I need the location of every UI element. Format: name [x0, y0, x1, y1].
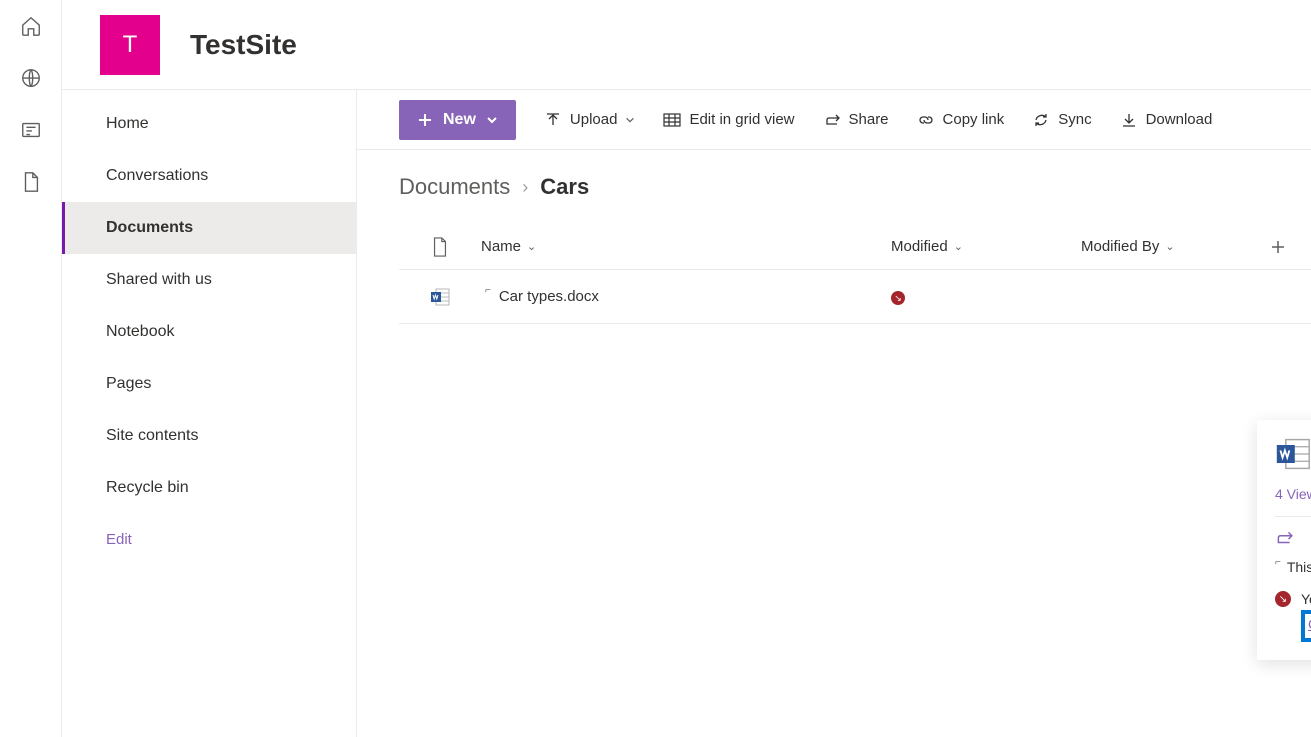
nav-pages[interactable]: Pages — [62, 358, 356, 410]
checkout-text: You checked out this item, so others can… — [1301, 591, 1311, 607]
file-name: Car types.docx — [499, 288, 599, 305]
globe-icon[interactable] — [19, 66, 43, 90]
word-file-icon — [1275, 436, 1311, 472]
chevron-down-icon: ⌄ — [527, 240, 536, 253]
share-label: Share — [849, 111, 889, 128]
file-icon — [431, 237, 449, 257]
left-nav: Home Conversations Documents Shared with… — [62, 90, 357, 737]
copy-link-label: Copy link — [943, 111, 1005, 128]
news-icon[interactable] — [19, 118, 43, 142]
grid-icon — [663, 111, 681, 129]
add-column-button[interactable] — [1271, 240, 1311, 254]
nav-recycle-bin[interactable]: Recycle bin — [62, 462, 356, 514]
nav-site-contents[interactable]: Site contents — [62, 410, 356, 462]
chevron-right-icon: › — [522, 177, 528, 198]
file-hover-card: Car types 4 Views See details ⌐ This ite… — [1257, 420, 1311, 660]
nav-home[interactable]: Home — [62, 98, 356, 150]
table-header: Name ⌄ Modified ⌄ Modified By ⌄ — [399, 224, 1311, 270]
site-title: TestSite — [190, 29, 297, 61]
files-table: Name ⌄ Modified ⌄ Modified By ⌄ — [357, 224, 1311, 324]
site-logo[interactable]: T — [100, 15, 160, 75]
word-file-icon — [430, 287, 450, 307]
share-button[interactable]: Share — [823, 111, 889, 129]
site-header: T TestSite — [62, 0, 1311, 90]
grid-view-button[interactable]: Edit in grid view — [663, 111, 794, 129]
column-modified-header[interactable]: Modified ⌄ — [891, 238, 1081, 255]
views-link[interactable]: 4 Views — [1275, 486, 1311, 502]
chevron-down-icon: ⌄ — [954, 240, 963, 253]
created-marker-icon: ⌐ — [1275, 557, 1281, 573]
table-row[interactable]: ⌐ Car types.docx ↘ — [399, 270, 1311, 324]
sync-icon — [1032, 111, 1050, 129]
checkout-badge-icon: ↘ — [1275, 591, 1291, 607]
sync-button[interactable]: Sync — [1032, 111, 1091, 129]
upload-label: Upload — [570, 111, 618, 128]
nav-conversations[interactable]: Conversations — [62, 150, 356, 202]
chevron-down-icon: ⌄ — [1165, 240, 1174, 253]
copy-link-button[interactable]: Copy link — [917, 111, 1005, 129]
share-icon[interactable] — [1275, 529, 1293, 547]
share-icon — [823, 111, 841, 129]
checked-out-marker-icon: ⌐ — [485, 285, 491, 296]
sync-label: Sync — [1058, 111, 1091, 128]
breadcrumb-current: Cars — [540, 174, 589, 200]
nav-notebook[interactable]: Notebook — [62, 306, 356, 358]
upload-icon — [544, 111, 562, 129]
app-rail — [0, 0, 62, 737]
column-icon-header — [399, 237, 481, 257]
download-icon — [1120, 111, 1138, 129]
grid-view-label: Edit in grid view — [689, 111, 794, 128]
checkout-badge-icon: ↘ — [891, 291, 905, 305]
download-button[interactable]: Download — [1120, 111, 1213, 129]
column-name-label: Name — [481, 238, 521, 255]
column-modifiedby-label: Modified By — [1081, 238, 1159, 255]
nav-shared[interactable]: Shared with us — [62, 254, 356, 306]
command-bar: New Upload Edit in grid view Shar — [357, 90, 1311, 150]
plus-icon — [417, 112, 433, 128]
home-icon[interactable] — [19, 14, 43, 38]
link-icon — [917, 111, 935, 129]
new-button-label: New — [443, 111, 476, 129]
new-button[interactable]: New — [399, 100, 516, 140]
breadcrumb-documents[interactable]: Documents — [399, 174, 510, 200]
chevron-down-icon — [486, 114, 498, 126]
chevron-down-icon — [625, 115, 635, 125]
nav-edit-link[interactable]: Edit — [62, 514, 356, 565]
download-label: Download — [1146, 111, 1213, 128]
nav-documents[interactable]: Documents — [62, 202, 356, 254]
column-modifiedby-header[interactable]: Modified By ⌄ — [1081, 238, 1271, 255]
column-name-header[interactable]: Name ⌄ — [481, 238, 891, 255]
document-icon[interactable] — [19, 170, 43, 194]
created-text: ⌐ This item was created Yesterday at 8:4… — [1275, 559, 1311, 575]
upload-button[interactable]: Upload — [544, 111, 636, 129]
breadcrumb: Documents › Cars — [357, 150, 1311, 224]
column-modified-label: Modified — [891, 238, 948, 255]
